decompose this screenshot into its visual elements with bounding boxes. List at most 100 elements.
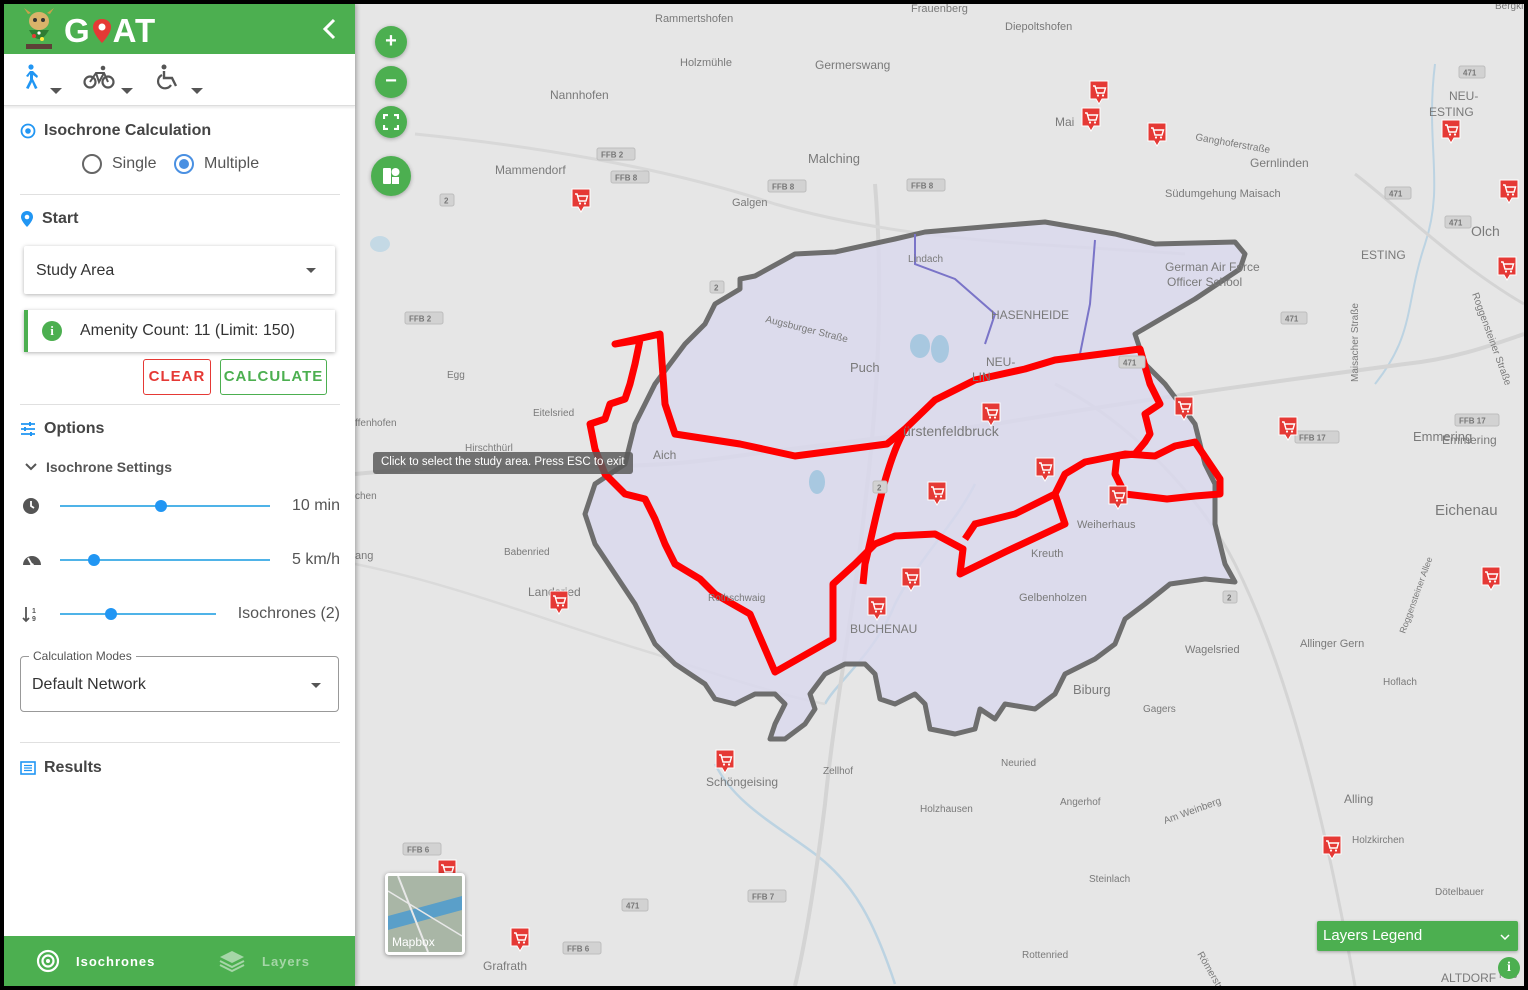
map-place-label: Hoflach [1383, 677, 1417, 688]
map-place-label: Grafrath [483, 959, 527, 973]
map-view[interactable]: Rammertshofen Frauenberg Diepoltshofen Holz… [355, 4, 1524, 986]
map-place-label: Neuried [1001, 758, 1036, 769]
radio-multiple-indicator[interactable] [174, 154, 194, 174]
mode-wheelchair-button[interactable] [156, 64, 216, 98]
nav-layers[interactable]: Layers [218, 936, 310, 986]
shopping-cart-marker-icon[interactable] [1441, 119, 1461, 144]
speed-slider-handle[interactable] [87, 554, 100, 566]
shopping-cart-marker-icon[interactable] [549, 590, 569, 615]
map-place-label: Rothschwaig [708, 593, 765, 604]
map-place-label: Steinlach [1089, 874, 1130, 885]
river [1374, 63, 1436, 385]
map-place-label: ang [355, 550, 373, 562]
map-place-label: ALTDORF [1441, 971, 1496, 985]
info-icon: i [42, 321, 62, 341]
map-place-label: Gernlinden [1250, 156, 1309, 170]
nav-isochrones[interactable]: Isochrones [36, 936, 155, 986]
map-place-label: ffenhofen [355, 418, 397, 429]
map-place-label: Römerstraße [1194, 950, 1233, 986]
road-shield-label: FFB 8 [615, 174, 638, 183]
shopping-cart-marker-icon[interactable] [1147, 122, 1167, 147]
map-place-label: Wagelsried [1185, 644, 1240, 656]
lake [809, 470, 825, 494]
layers-legend-toggle[interactable]: Layers Legend [1317, 921, 1518, 951]
road-shield-label: FFB 17 [1459, 417, 1486, 426]
map-tools-button[interactable] [371, 156, 411, 196]
basemap-switcher[interactable]: Mapbox [385, 873, 465, 955]
map-place-label: Schöngeising [706, 775, 778, 789]
isochrone-count-slider-handle[interactable] [105, 608, 118, 620]
basemap-label: Mapbox [392, 935, 435, 949]
shopping-cart-marker-icon[interactable] [1089, 80, 1109, 105]
collapse-sidebar-button[interactable] [317, 16, 343, 42]
target-icon [20, 123, 36, 139]
walk-icon [26, 64, 38, 89]
isochrone-count-slider-row: 19 Isochrones (2) [20, 602, 340, 626]
map-place-label: ESTING [1429, 105, 1474, 119]
shopping-cart-marker-icon[interactable] [571, 188, 591, 213]
shopping-cart-marker-icon[interactable] [1322, 835, 1342, 860]
bottom-navigation: Isochrones Layers [4, 936, 355, 986]
road-shield-label: 471 [1123, 359, 1137, 368]
map-place-label: Rottenried [1022, 950, 1068, 961]
start-title: Start [42, 210, 79, 227]
shopping-cart-marker-icon[interactable] [1481, 566, 1501, 591]
divider [20, 742, 340, 743]
map-place-label: Biburg [1073, 682, 1111, 697]
study-area-select[interactable]: Study Area [24, 246, 335, 294]
map-place-label: Mai [1055, 115, 1074, 129]
isochrone-settings-toggle[interactable]: Isochrone Settings [24, 459, 172, 475]
isochrone-count-slider[interactable] [60, 613, 216, 615]
sidebar: G AT Isochrone Calculation Single Multip… [4, 4, 355, 986]
map-place-label: Holzhausen [920, 804, 973, 815]
map-canvas[interactable]: Rammertshofen Frauenberg Diepoltshofen Holz… [355, 4, 1524, 986]
zoom-out-button[interactable]: − [375, 66, 407, 98]
map-place-label: Weiherhaus [1077, 519, 1136, 531]
wheelchair-icon [157, 64, 178, 90]
shopping-cart-marker-icon[interactable] [1081, 107, 1101, 132]
fullscreen-icon [382, 113, 400, 131]
shopping-cart-marker-icon[interactable] [1497, 256, 1517, 281]
map-place-label: Angerhof [1060, 797, 1101, 808]
map-place-label: Zellhof [823, 766, 853, 777]
radio-single-indicator[interactable] [82, 154, 102, 174]
svg-text:1: 1 [32, 608, 36, 615]
mode-bicycle-button[interactable] [83, 64, 143, 98]
nav-layers-label: Layers [262, 953, 310, 969]
radio-multiple[interactable]: Multiple [174, 154, 259, 174]
travel-mode-bar [4, 54, 355, 106]
map-place-label: Eitelsried [533, 408, 574, 419]
calculate-button[interactable]: CALCULATE [220, 359, 327, 395]
zoom-in-button[interactable]: + [375, 26, 407, 58]
map-place-label: ürstenfeldbruck [903, 423, 1000, 439]
clear-button[interactable]: CLEAR [143, 359, 211, 395]
travel-time-slider-handle[interactable] [154, 500, 167, 512]
fullscreen-button[interactable] [375, 106, 407, 138]
shopping-cart-marker-icon[interactable] [1278, 416, 1298, 441]
map-place-label: Ganghoferstraße [1194, 132, 1271, 156]
options-heading: Options [20, 420, 104, 438]
map-place-label: Rammertshofen [655, 13, 733, 25]
results-heading[interactable]: Results [20, 759, 102, 777]
shopping-cart-marker-icon[interactable] [510, 927, 530, 952]
map-place-label: Puch [850, 360, 880, 375]
lake [931, 335, 949, 363]
divider [20, 404, 340, 405]
map-place-label: Babenried [504, 547, 550, 558]
calculation-modes-select[interactable]: Calculation Modes Default Network [20, 649, 339, 712]
options-title: Options [44, 420, 105, 437]
map-place-label: Gelbenholzen [1019, 592, 1087, 604]
study-area-polygon[interactable] [582, 219, 1248, 742]
radio-single[interactable]: Single [82, 154, 156, 174]
road-shield-label: 2 [1227, 594, 1232, 603]
road-shield-label: 471 [1449, 219, 1463, 228]
road-shield-label: 2 [877, 484, 882, 493]
location-pin-icon [21, 211, 33, 227]
map-place-label: Officer School [1167, 275, 1242, 289]
map-place-label: Nannhofen [550, 88, 609, 102]
shopping-cart-marker-icon[interactable] [1499, 179, 1519, 204]
map-place-label: Germerswang [815, 58, 890, 72]
info-icon[interactable]: i [1498, 957, 1520, 979]
map-place-label: Diepoltshofen [1005, 21, 1072, 33]
mode-walk-button[interactable] [18, 64, 78, 98]
